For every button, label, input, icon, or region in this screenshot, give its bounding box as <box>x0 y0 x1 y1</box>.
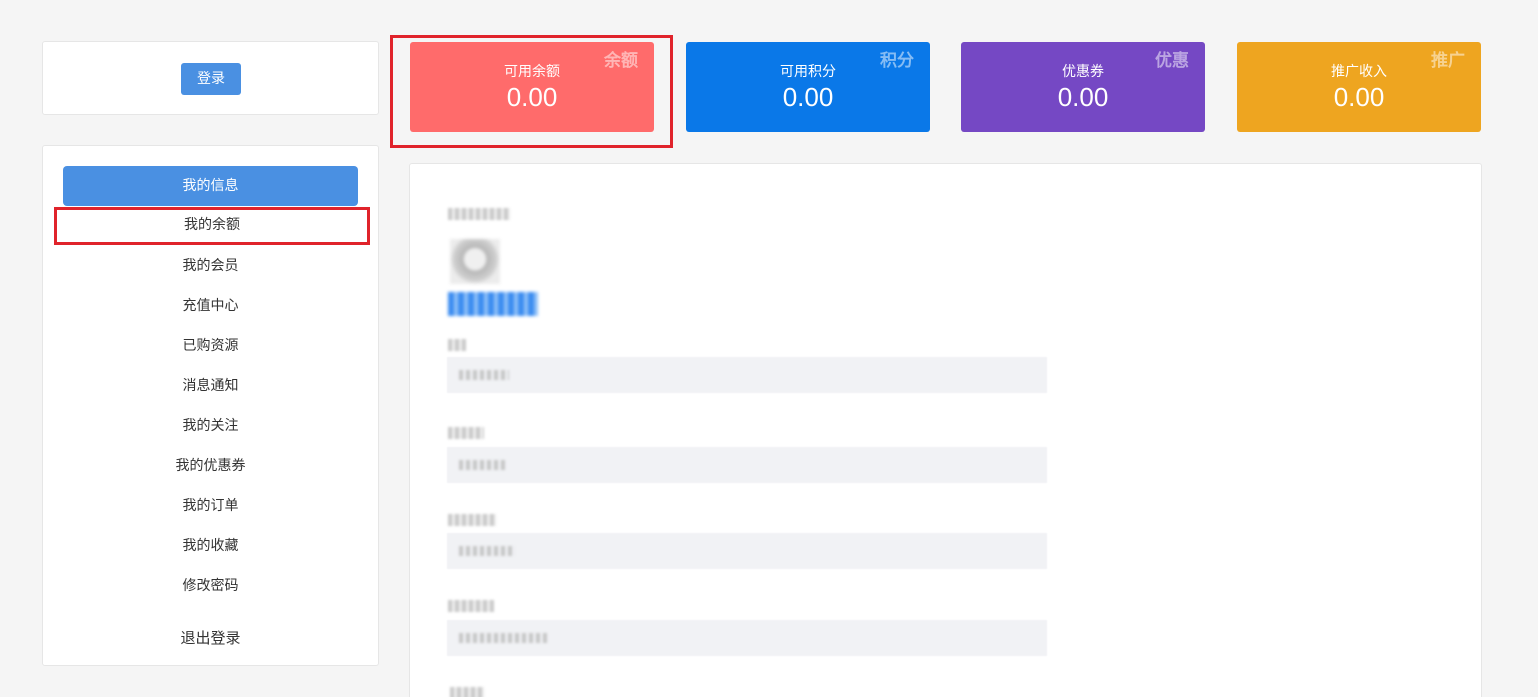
profile-field-2[interactable] <box>447 447 1047 483</box>
stat-card-promotion[interactable]: 推广 推广收入 0.00 <box>1237 42 1481 132</box>
field-label-redacted <box>448 514 496 526</box>
page: 登录 我的信息 我的余额 我的会员 充值中心 已购资源 消息通知 我的关注 我的… <box>0 0 1538 697</box>
stat-card-points[interactable]: 积分 可用积分 0.00 <box>686 42 930 132</box>
stat-label-promotion: 推广收入 <box>1331 64 1387 80</box>
sidebar-item-my-favorites[interactable]: 我的收藏 <box>63 526 358 566</box>
stat-label-points: 可用积分 <box>780 64 836 80</box>
sidebar-item-my-coupons[interactable]: 我的优惠券 <box>63 446 358 486</box>
change-avatar-link-redacted[interactable] <box>448 292 538 316</box>
stat-value-coupons: 0.00 <box>1057 82 1109 112</box>
stat-label-coupons: 优惠券 <box>1062 64 1104 80</box>
field-label-redacted <box>448 427 484 439</box>
field-label-redacted <box>448 600 494 612</box>
field-label-redacted <box>450 687 484 697</box>
sidebar-item-notifications[interactable]: 消息通知 <box>63 366 358 406</box>
sidebar-item-my-orders[interactable]: 我的订单 <box>63 486 358 526</box>
sidebar-item-my-balance[interactable]: 我的余额 <box>54 207 370 245</box>
profile-field-3[interactable] <box>447 533 1047 569</box>
stat-value-promotion: 0.00 <box>1333 82 1385 112</box>
avatar[interactable] <box>450 239 500 284</box>
profile-panel <box>409 163 1482 697</box>
stat-value-points: 0.00 <box>782 82 834 112</box>
highlight-box <box>390 35 673 148</box>
stat-card-coupons[interactable]: 优惠 优惠券 0.00 <box>961 42 1205 132</box>
sidebar-item-recharge-center[interactable]: 充值中心 <box>63 286 358 326</box>
sidebar-item-my-info[interactable]: 我的信息 <box>63 166 358 206</box>
sidebar-item-my-follows[interactable]: 我的关注 <box>63 406 358 446</box>
sidebar-item-change-password[interactable]: 修改密码 <box>63 566 358 606</box>
profile-field-1[interactable] <box>447 357 1047 393</box>
sidebar-item-purchased-resources[interactable]: 已购资源 <box>63 326 358 366</box>
profile-field-4[interactable] <box>447 620 1047 656</box>
login-card: 登录 <box>42 41 379 115</box>
sidebar-menu: 我的信息 我的余额 我的会员 充值中心 已购资源 消息通知 我的关注 我的优惠券… <box>42 145 379 666</box>
login-button[interactable]: 登录 <box>181 63 241 95</box>
avatar-label-redacted <box>448 208 510 220</box>
field-label-redacted <box>448 339 466 351</box>
sidebar-item-my-membership[interactable]: 我的会员 <box>63 246 358 286</box>
logout-link[interactable]: 退出登录 <box>63 618 358 658</box>
